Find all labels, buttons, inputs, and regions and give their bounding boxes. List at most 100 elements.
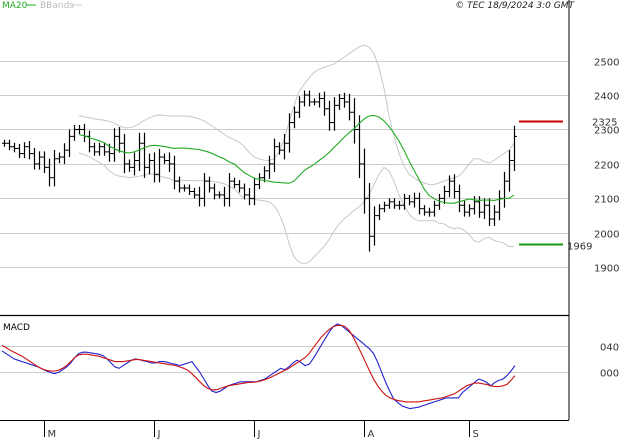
legend-ma20: MA20 <box>2 1 28 11</box>
ohlc-bar <box>432 200 437 217</box>
price-tick-label: 2200 <box>594 161 619 172</box>
ohlc-bar <box>112 128 117 162</box>
macd-tick-label: 040 <box>600 343 619 354</box>
price-axis: 2500 2400 2300 2200 2100 2000 1900 <box>594 58 619 275</box>
ohlc-bar <box>247 188 252 206</box>
ohlc-bar <box>497 190 502 221</box>
ohlc-bar <box>47 158 52 187</box>
macd-tick-label: 000 <box>600 369 619 380</box>
ohlc-bar <box>37 151 42 170</box>
price-tick-label: 2100 <box>594 195 619 206</box>
support-label: 1969 <box>567 242 592 253</box>
ohlc-bar <box>217 191 222 199</box>
ohlc-bar <box>377 204 382 221</box>
ohlc-bar <box>382 201 387 213</box>
ohlc-bar <box>197 186 202 207</box>
ohlc-bar <box>12 142 17 153</box>
ohlc-bar <box>362 148 367 214</box>
ohlc-bar <box>392 198 397 209</box>
ohlc-bar <box>482 198 487 220</box>
ohlc-bar <box>327 100 332 131</box>
x-tick-label: S <box>473 429 479 440</box>
ohlc-bar <box>297 96 302 118</box>
ohlc-bar <box>477 196 482 218</box>
ohlc-bar <box>137 132 142 171</box>
ohlc-bar <box>187 184 192 196</box>
ohlc-bar <box>7 139 12 151</box>
x-tick-label: A <box>368 429 375 440</box>
ohlc-bar <box>207 176 212 193</box>
macd-gridlines <box>0 346 569 373</box>
ohlc-bar <box>42 151 47 174</box>
ohlc-bar <box>337 93 342 110</box>
ohlc-bar <box>287 113 292 153</box>
legend-bbands: BBands <box>40 1 74 11</box>
price-tick-label: 2400 <box>594 92 619 103</box>
ohlc-bar <box>182 184 187 192</box>
ohlc-bars <box>2 90 517 252</box>
ohlc-bar <box>222 186 227 207</box>
ohlc-bar <box>62 143 67 164</box>
ohlc-bar <box>307 90 312 107</box>
ohlc-bar <box>387 198 392 209</box>
ohlc-bar <box>442 185 447 205</box>
macd-title: MACD <box>3 323 30 333</box>
price-tick-label: 1900 <box>594 264 619 275</box>
ohlc-bar <box>177 176 182 193</box>
ohlc-bar <box>397 200 402 210</box>
macd-lines <box>1 323 516 410</box>
x-tick-label: J <box>257 429 261 440</box>
ohlc-bar <box>192 187 197 199</box>
ohlc-bar <box>92 142 97 156</box>
ohlc-bar <box>412 192 417 208</box>
ohlc-bar <box>117 127 122 153</box>
x-tick-label: M <box>48 429 57 440</box>
ohlc-bar <box>232 177 237 189</box>
ohlc-bar <box>332 97 337 131</box>
ohlc-bar <box>372 206 377 246</box>
ohlc-bar <box>2 139 7 147</box>
ohlc-bar <box>87 130 92 153</box>
ohlc-bar <box>462 200 467 217</box>
ohlc-bar <box>237 180 242 193</box>
ohlc-bar <box>67 129 72 158</box>
ohlc-bar <box>302 90 307 107</box>
ohlc-bar <box>27 141 32 160</box>
ohlc-bar <box>312 98 317 106</box>
ohlc-bar <box>82 123 87 143</box>
price-tick-label: 2000 <box>594 230 619 241</box>
ohlc-bar <box>467 204 472 217</box>
ohlc-bar <box>227 173 232 207</box>
ohlc-bar <box>422 205 427 216</box>
ohlc-bar <box>347 93 352 121</box>
macd-axis: 040 000 <box>600 343 619 380</box>
ohlc-bar <box>202 173 207 207</box>
ohlc-bar <box>277 142 282 155</box>
ohlc-bar <box>407 194 412 206</box>
ohlc-bar <box>57 152 62 164</box>
price-tick-label: 2300 <box>594 126 619 137</box>
ohlc-bar <box>17 143 22 159</box>
time-axis: MJJAS <box>44 420 479 440</box>
ohlc-bar <box>507 149 512 192</box>
price-gridlines <box>0 61 569 268</box>
ohlc-bar <box>492 205 497 226</box>
x-tick-label: J <box>157 429 161 440</box>
ohlc-bar <box>167 152 172 173</box>
stock-chart: MA20 BBands © TEC 18/9/2024 3:0 GMT 2325… <box>0 0 619 440</box>
ohlc-bar <box>282 133 287 160</box>
ohlc-bar <box>257 173 262 190</box>
ohlc-bar <box>122 133 127 174</box>
ohlc-bar <box>72 125 77 141</box>
ohlc-bar <box>127 159 132 172</box>
ohlc-bar <box>32 147 37 170</box>
ohlc-bar <box>77 125 82 134</box>
ohlc-bar <box>427 207 432 217</box>
ohlc-bar <box>157 148 162 183</box>
ohlc-bar <box>152 152 157 183</box>
ohlc-bar <box>252 177 257 206</box>
ohlc-bar <box>132 152 137 176</box>
copyright: © TEC 18/9/2024 3:0 GMT <box>455 1 575 11</box>
ohlc-bar <box>22 142 27 159</box>
price-tick-label: 2500 <box>594 58 619 69</box>
